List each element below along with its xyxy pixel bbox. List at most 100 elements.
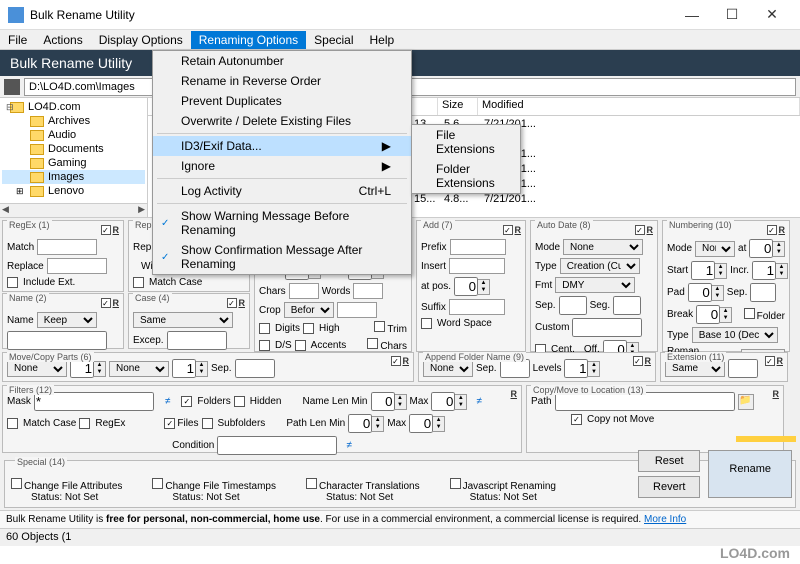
menu-separator xyxy=(157,178,407,179)
menu-overwrite-delete[interactable]: Overwrite / Delete Existing Files xyxy=(153,111,411,131)
include-ext-checkbox[interactable] xyxy=(7,277,18,288)
header-title: Bulk Rename Utility xyxy=(10,55,132,71)
submenu-arrow-icon: ▶ xyxy=(382,159,391,173)
menu-shortcut: Ctrl+L xyxy=(359,184,391,198)
folder-icon xyxy=(30,130,44,141)
panel-extension: Extension (11) R Same xyxy=(660,352,788,382)
prefix-input[interactable] xyxy=(450,239,506,255)
crop-input[interactable] xyxy=(337,302,377,318)
panel-add: Add (7) R Prefix Insert at pos.▲▼ Suffix… xyxy=(416,220,526,352)
name-input[interactable] xyxy=(7,331,107,350)
collapse-icon[interactable]: ⊟ xyxy=(6,102,14,113)
num-mode-select[interactable]: None xyxy=(695,241,735,257)
tree-scrollbar[interactable]: ◀▶ xyxy=(0,203,147,217)
menu-help[interactable]: Help xyxy=(362,31,403,49)
revert-button[interactable]: Revert xyxy=(638,476,700,498)
menubar: File Actions Display Options Renaming Op… xyxy=(0,30,800,50)
menu-renaming-options[interactable]: Renaming Options xyxy=(191,31,306,49)
menu-retain-autonumber[interactable]: Retain Autonumber xyxy=(153,51,411,71)
window-title: Bulk Rename Utility xyxy=(30,8,672,22)
menu-show-confirmation[interactable]: ✓Show Confirmation Message After Renamin… xyxy=(153,240,411,274)
footer-info: Bulk Rename Utility is free for personal… xyxy=(0,510,800,528)
insert-input[interactable] xyxy=(449,258,505,274)
tree-node[interactable]: ⊟LO4D.com xyxy=(2,100,145,114)
close-button[interactable]: ✕ xyxy=(752,6,792,23)
regex-replace-input[interactable] xyxy=(47,258,107,274)
col-modified[interactable]: Modified xyxy=(478,98,800,115)
condition-input[interactable] xyxy=(217,436,337,455)
regex-match-input[interactable] xyxy=(37,239,97,255)
menu-actions[interactable]: Actions xyxy=(35,31,90,49)
tree-node[interactable]: Audio xyxy=(2,128,145,142)
panel-regex: RegEx (1) R Match Replace Include Ext. xyxy=(2,220,124,292)
panel-name: Name (2) R NameKeep xyxy=(2,293,124,349)
up-folder-icon[interactable] xyxy=(4,79,20,95)
menu-ignore[interactable]: Ignore▶ xyxy=(153,156,411,176)
menu-show-warning[interactable]: ✓Show Warning Message Before Renaming xyxy=(153,206,411,240)
reset-button[interactable]: Reset xyxy=(638,450,700,472)
panel-reset[interactable]: R xyxy=(779,225,786,235)
panel-checkbox[interactable] xyxy=(635,225,645,235)
col-size[interactable]: Size xyxy=(438,98,478,115)
tree-node[interactable]: Archives xyxy=(2,114,145,128)
panel-reset[interactable]: R xyxy=(113,225,120,235)
words-input[interactable] xyxy=(353,283,383,299)
date-fmt-select[interactable]: DMY xyxy=(555,277,635,293)
panel-numbering: Numbering (10) R ModeNoneat▲▼ Start▲▼Inc… xyxy=(662,220,790,352)
tree-node[interactable]: Gaming xyxy=(2,156,145,170)
rename-button[interactable]: Rename xyxy=(708,450,792,498)
more-info-link[interactable]: More Info xyxy=(644,514,686,525)
panel-reset[interactable]: R xyxy=(515,225,522,235)
date-type-select[interactable]: Creation (Curr.) xyxy=(560,258,640,274)
panel-checkbox[interactable] xyxy=(503,225,513,235)
menu-special[interactable]: Special xyxy=(306,31,361,49)
id3-exif-submenu: File Extensions Folder Extensions xyxy=(411,124,521,194)
date-mode-select[interactable]: None xyxy=(563,239,643,255)
object-count: 60 Objects (1 xyxy=(6,531,71,544)
watermark: LO4D.com xyxy=(720,545,790,561)
menu-id3-exif[interactable]: ID3/Exif Data...▶ xyxy=(153,136,411,156)
tree-node-selected[interactable]: Images xyxy=(2,170,145,184)
check-icon: ✓ xyxy=(161,252,169,263)
tree-node[interactable]: ⊞Lenovo xyxy=(2,184,145,198)
name-select[interactable]: Keep xyxy=(37,312,97,328)
suffix-input[interactable] xyxy=(449,299,505,315)
submenu-folder-extensions[interactable]: Folder Extensions xyxy=(412,159,520,193)
menu-file[interactable]: File xyxy=(0,31,35,49)
expand-icon[interactable]: ⊞ xyxy=(16,186,24,197)
submenu-arrow-icon: ▶ xyxy=(382,139,391,153)
maximize-button[interactable]: ☐ xyxy=(712,6,752,23)
chars-input[interactable] xyxy=(289,283,319,299)
browse-icon[interactable]: 📁 xyxy=(738,394,754,410)
panel-reset[interactable]: R xyxy=(647,225,654,235)
panel-movecopy: Move/Copy Parts (6) R None▲▼None▲▼Sep. xyxy=(2,352,414,382)
col-ext[interactable] xyxy=(408,98,438,115)
matchcase-checkbox[interactable] xyxy=(133,277,144,288)
panel-checkbox[interactable] xyxy=(767,225,777,235)
num-type-select[interactable]: Base 10 (Decimal) xyxy=(692,327,778,343)
menu-log-activity[interactable]: Log ActivityCtrl+L xyxy=(153,181,411,201)
date-custom-input[interactable] xyxy=(572,318,642,337)
menu-display-options[interactable]: Display Options xyxy=(91,31,191,49)
folder-tree[interactable]: ⊟LO4D.com Archives Audio Documents Gamin… xyxy=(0,98,148,217)
action-buttons: Reset Revert Rename xyxy=(638,450,792,498)
panel-filters: Filters (12) R Mask≠FoldersHiddenName Le… xyxy=(2,385,522,453)
tree-node[interactable]: Documents xyxy=(2,142,145,156)
menu-reverse-order[interactable]: Rename in Reverse Order xyxy=(153,71,411,91)
excep-input[interactable] xyxy=(167,331,227,350)
renaming-options-menu: Retain Autonumber Rename in Reverse Orde… xyxy=(152,50,412,275)
date-sep-input[interactable] xyxy=(559,296,587,315)
atpos-spinner[interactable] xyxy=(454,277,478,296)
submenu-file-extensions[interactable]: File Extensions xyxy=(412,125,520,159)
panel-checkbox[interactable] xyxy=(101,225,111,235)
date-seg-input[interactable] xyxy=(613,296,641,315)
highlight-strip xyxy=(736,436,796,442)
folder-icon xyxy=(30,158,44,169)
panel-case: Case (4) R Same Excep. xyxy=(128,293,250,349)
folder-icon xyxy=(30,144,44,155)
menu-prevent-duplicates[interactable]: Prevent Duplicates xyxy=(153,91,411,111)
case-select[interactable]: Same xyxy=(133,312,233,328)
check-icon: ✓ xyxy=(161,218,169,229)
crop-select[interactable]: Before xyxy=(284,302,334,318)
minimize-button[interactable]: — xyxy=(672,7,712,23)
